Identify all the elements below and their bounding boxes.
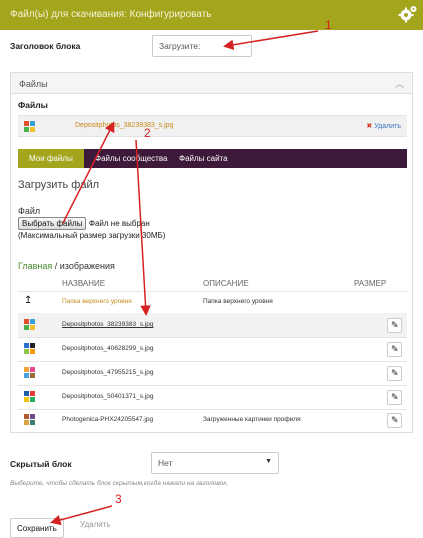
file-name[interactable]: Photogenica-PHX24205547.jpg [62, 416, 153, 423]
pencil-icon: ✎ [391, 344, 399, 354]
breadcrumb-separator: / [52, 261, 60, 271]
tab-community-files[interactable]: Файлы сообщества [84, 149, 178, 168]
image-thumbnail-icon [24, 414, 35, 425]
window-header: Файл(ы) для скачивания: Конфигурировать [0, 0, 423, 30]
table-row-parent-folder[interactable]: ↥ Папка верхнего уровня Папка верхнего у… [18, 291, 407, 313]
parent-folder-description: Папка верхнего уровня [203, 298, 273, 305]
attached-file-link[interactable]: Depositphotos_38239383_s.jpg [75, 122, 173, 129]
image-thumbnail-icon [24, 367, 35, 378]
files-panel: Файлы ︿ Файлы Depositphotos_38239383_s.j… [10, 72, 413, 433]
table-row[interactable]: Depositphotos_50401371_s.jpg ✎ [18, 385, 407, 409]
no-file-text: Файл не выбран [88, 219, 150, 228]
image-thumbnail-icon [24, 391, 35, 402]
edit-file-button[interactable]: ✎ [387, 318, 402, 333]
block-title-input[interactable]: Загрузите: [152, 35, 252, 57]
file-field-label: Файл [18, 206, 41, 216]
gears-icon[interactable] [398, 4, 418, 24]
pencil-icon: ✎ [391, 392, 399, 402]
window-title: Файл(ы) для скачивания: Конфигурировать [10, 9, 212, 20]
file-name[interactable]: Depositphotos_50401371_s.jpg [62, 393, 153, 400]
annotation-number-2: 2 [144, 126, 151, 140]
tab-my-files[interactable]: Мои файлы [18, 149, 84, 168]
delete-file-link[interactable]: ✖ Удалить [366, 122, 401, 130]
save-button[interactable]: Сохранить [10, 518, 64, 538]
image-thumbnail-icon [24, 319, 35, 330]
breadcrumb-current: изображения [59, 261, 115, 271]
breadcrumb-root[interactable]: Главная [18, 261, 52, 271]
caret-down-icon: ▼ [265, 458, 272, 465]
file-source-tabs: Мои файлы Файлы сообщества Файлы сайта [18, 149, 407, 168]
delete-file-label: Удалить [374, 123, 401, 130]
breadcrumb: Главная / изображения [18, 261, 115, 271]
hidden-block-value: Нет [158, 458, 173, 468]
hidden-block-hint: Выберите, чтобы сделать блок скрытым,ког… [10, 480, 229, 487]
column-header-size: РАЗМЕР [354, 279, 387, 288]
block-title-label: Заголовок блока [10, 41, 81, 51]
file-name[interactable]: Depositphotos_38239383_s.jpg [62, 321, 153, 328]
column-header-description: ОПИСАНИЕ [203, 279, 249, 288]
image-thumbnail-icon [24, 343, 35, 354]
choose-files-button[interactable]: Выбрать файлы [18, 217, 87, 230]
table-row[interactable]: Depositphotos_40628299_s.jpg ✎ [18, 337, 407, 361]
delete-icon: ✖ [366, 123, 373, 130]
edit-file-button[interactable]: ✎ [387, 366, 402, 381]
pencil-icon: ✎ [391, 368, 399, 378]
edit-file-button[interactable]: ✎ [387, 390, 402, 405]
annotation-number-1: 1 [325, 18, 332, 32]
files-subheading: Файлы [18, 100, 48, 110]
level-up-icon: ↥ [24, 295, 33, 306]
pencil-icon: ✎ [391, 320, 399, 330]
attached-file-row: Depositphotos_38239383_s.jpg ✖ Удалить [18, 115, 407, 137]
table-row[interactable]: Photogenica-PHX24205547.jpg Загруженные … [18, 409, 407, 431]
hidden-block-select[interactable]: Нет ▼ [151, 452, 279, 474]
edit-file-button[interactable]: ✎ [387, 342, 402, 357]
column-header-name: НАЗВАНИЕ [62, 279, 106, 288]
image-thumbnail-icon [24, 121, 35, 132]
delete-block-link[interactable]: Удалить [80, 520, 111, 529]
parent-folder-link[interactable]: Папка верхнего уровня [62, 298, 132, 305]
hidden-block-label: Скрытый блок [10, 459, 72, 469]
file-picker: Выбрать файлы Файл не выбран [18, 217, 150, 230]
files-panel-title: Файлы [19, 79, 48, 89]
file-description: Загруженные картинки профиля [203, 416, 301, 423]
chevron-up-icon[interactable]: ︿ [395, 77, 404, 90]
edit-file-button[interactable]: ✎ [387, 413, 402, 428]
file-name[interactable]: Depositphotos_40628299_s.jpg [62, 345, 153, 352]
pencil-icon: ✎ [391, 415, 399, 425]
upload-heading: Загрузить файл [18, 179, 100, 191]
annotation-number-3: 3 [115, 492, 122, 506]
file-name[interactable]: Depositphotos_47955215_s.jpg [62, 369, 153, 376]
max-size-note: (Максимальный размер загрузки 30МБ) [18, 231, 166, 240]
tab-site-files[interactable]: Файлы сайта [168, 149, 239, 168]
table-row[interactable]: Depositphotos_47955215_s.jpg ✎ [18, 361, 407, 385]
files-panel-header[interactable]: Файлы ︿ [11, 73, 412, 94]
table-row[interactable]: Depositphotos_38239383_s.jpg ✎ [18, 313, 407, 337]
